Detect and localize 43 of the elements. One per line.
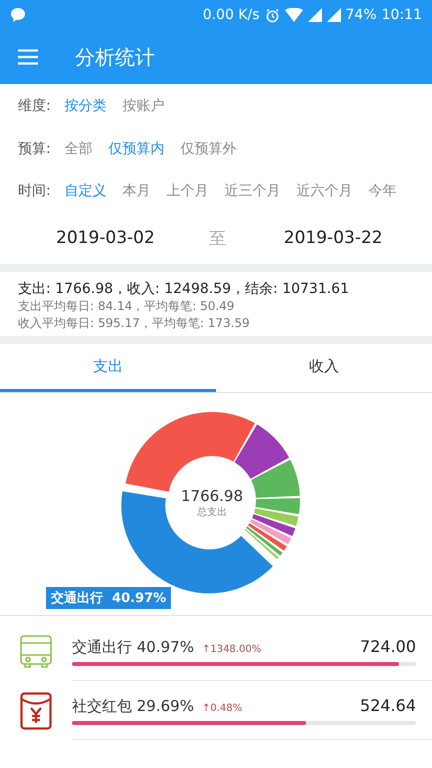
start-date[interactable]: 2019-03-02 bbox=[56, 228, 155, 248]
filter-option[interactable]: 按账户 bbox=[122, 97, 165, 115]
total-label: 总支出 bbox=[196, 506, 228, 519]
filter-option[interactable]: 按分类 bbox=[64, 97, 107, 115]
signal-icon bbox=[326, 8, 341, 22]
filter-option[interactable]: 本月 bbox=[122, 182, 151, 200]
filter-option[interactable]: 全部 bbox=[64, 140, 93, 158]
screen-title: 分析统计 bbox=[75, 44, 155, 70]
income-averages: 收入平均每日: 595.17，平均每笔: 173.59 bbox=[18, 315, 251, 332]
signal-icon bbox=[308, 8, 322, 22]
expense-averages: 支出平均每日: 84.14，平均每笔: 50.49 bbox=[18, 298, 236, 315]
envelope-icon bbox=[20, 692, 52, 730]
slice-label: 交通出行 40.97% bbox=[46, 587, 172, 609]
total-value: 1766.98 bbox=[180, 487, 244, 505]
battery-level: 74% bbox=[346, 7, 377, 23]
filter-option[interactable]: 近六个月 bbox=[296, 182, 353, 200]
change-percent: ↑0.48% bbox=[202, 702, 242, 714]
menu-icon[interactable] bbox=[18, 49, 38, 65]
filter-option[interactable]: 今年 bbox=[368, 182, 397, 200]
category-amount: 724.00 bbox=[360, 636, 416, 656]
alarm-icon bbox=[264, 8, 280, 22]
tab[interactable]: 支出 bbox=[0, 344, 216, 392]
category-amount: 524.64 bbox=[360, 696, 416, 714]
date-separator: 至 bbox=[208, 228, 226, 250]
filter-option[interactable]: 自定义 bbox=[64, 182, 107, 200]
chat-bubble-icon bbox=[10, 7, 26, 23]
category-name: 交通出行 40.97% bbox=[72, 638, 194, 656]
filter-option[interactable]: 近三个月 bbox=[224, 182, 281, 200]
filter-option[interactable]: 仅预算外 bbox=[180, 140, 237, 158]
tab[interactable]: 收入 bbox=[216, 344, 432, 392]
clock: 10:11 bbox=[382, 7, 422, 23]
wifi-icon bbox=[284, 8, 303, 22]
bus-icon bbox=[20, 634, 52, 668]
change-percent: ↑1348.00% bbox=[202, 644, 262, 654]
summary-totals: 支出: 1766.98，收入: 12498.59，结余: 10731.61 bbox=[18, 280, 350, 298]
category-name: 社交红包 29.69% bbox=[72, 696, 194, 716]
filter-option[interactable]: 仅预算内 bbox=[108, 140, 165, 158]
end-date[interactable]: 2019-03-22 bbox=[284, 228, 383, 248]
filter-label: 维度: bbox=[18, 97, 51, 115]
filter-option[interactable]: 上个月 bbox=[166, 182, 209, 200]
filter-label: 时间: bbox=[18, 182, 51, 200]
filter-label: 预算: bbox=[18, 140, 51, 158]
network-speed: 0.00 K/s bbox=[202, 7, 260, 23]
